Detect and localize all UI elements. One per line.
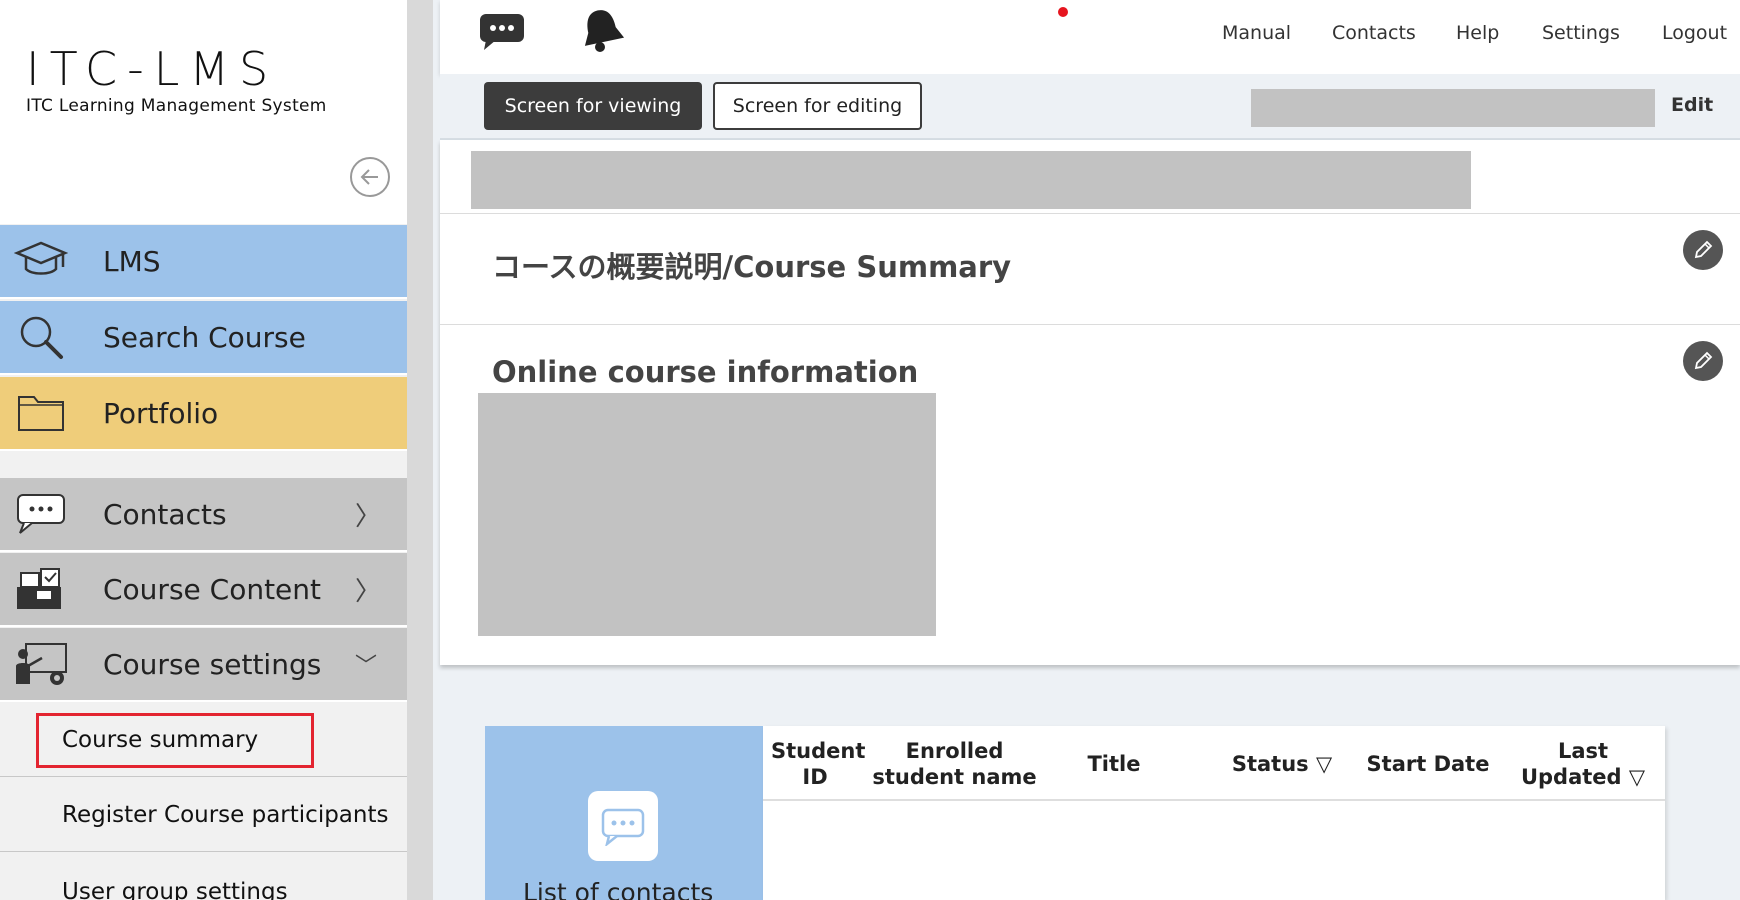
sidebar-item-course-content[interactable]: Course Content 〉 — [0, 553, 407, 627]
highlight-box — [36, 713, 314, 768]
column-header-enrolled-student-name: Enrolled student name — [872, 739, 1037, 789]
chat-bubbles-icon — [10, 486, 72, 542]
sidebar-item-label: Course Content — [103, 572, 322, 606]
header-link-help[interactable]: Help — [1456, 22, 1499, 44]
edit-course-summary-button[interactable] — [1683, 230, 1723, 270]
sidebar-subitem-label: Register Course participants — [62, 801, 389, 828]
chevron-down-icon: ﹀ — [355, 654, 378, 679]
magnifier-icon — [10, 309, 72, 365]
column-header-title: Title — [1087, 752, 1141, 776]
pencil-icon — [1694, 351, 1713, 370]
contacts-table: Student ID Enrolled student name Title S… — [763, 726, 1665, 900]
edit-online-info-button[interactable] — [1683, 341, 1723, 381]
divider — [440, 213, 1740, 214]
notification-dot — [1058, 7, 1068, 17]
sidebar-item-portfolio[interactable]: Portfolio — [0, 377, 407, 451]
redacted-field — [1251, 89, 1655, 127]
sidebar-item-course-settings[interactable]: Course settings ﹀ — [0, 628, 407, 702]
column-header-student-id: Student ID — [771, 739, 866, 789]
chevron-right-icon: 〉 — [355, 576, 382, 607]
sidebar-item-contacts[interactable]: Contacts 〉 — [0, 478, 407, 552]
course-summary-heading: コースの概要説明/Course Summary — [492, 250, 1012, 284]
sidebar-subitem-user-group-settings[interactable]: User group settings — [0, 853, 407, 900]
table-header-divider — [763, 799, 1665, 801]
edit-link[interactable]: Edit — [1671, 94, 1713, 116]
sidebar-item-lms[interactable]: LMS — [0, 225, 407, 299]
mode-bar: Screen for viewing Screen for editing Ed… — [440, 74, 1740, 140]
header-link-contacts[interactable]: Contacts — [1332, 22, 1416, 44]
column-header-last-updated[interactable]: Last Updated ▽ — [1513, 738, 1653, 790]
logo-subtitle: ITC Learning Management System — [26, 96, 327, 116]
redacted-online-info — [478, 393, 936, 636]
teacher-settings-icon — [10, 636, 72, 692]
column-header-status[interactable]: Status ▽ — [1227, 751, 1337, 777]
sidebar-item-label: Search Course — [103, 320, 306, 354]
course-content-icon — [10, 561, 72, 617]
graduation-cap-icon — [10, 233, 72, 289]
arrow-left-icon — [360, 169, 378, 185]
pencil-icon — [1694, 240, 1713, 259]
sidebar-item-label: Contacts — [103, 497, 227, 531]
collapse-sidebar-button[interactable] — [350, 157, 390, 197]
redacted-course-title — [471, 151, 1471, 209]
sidebar-subitem-label: User group settings — [62, 879, 288, 900]
header-link-manual[interactable]: Manual — [1222, 22, 1291, 44]
screen-for-editing-button[interactable]: Screen for editing — [713, 82, 922, 130]
sidebar-item-label: Portfolio — [103, 396, 219, 430]
course-main-card: コースの概要説明/Course Summary Online course in… — [440, 140, 1740, 665]
list-of-contacts-panel[interactable]: List of contacts — [485, 726, 763, 900]
list-of-contacts-label: List of contacts — [523, 878, 714, 900]
itc-lms-logo[interactable]: ITC-LMS ITC Learning Management System — [26, 44, 366, 116]
header-link-logout[interactable]: Logout — [1662, 22, 1727, 44]
chat-icon — [588, 791, 658, 861]
bell-icon[interactable] — [576, 4, 628, 58]
divider — [440, 324, 1740, 325]
top-header: Manual Contacts Help Settings Logout — [440, 0, 1740, 74]
folder-icon — [10, 385, 72, 441]
sidebar: ITC-LMS ITC Learning Management System L… — [0, 0, 407, 900]
sidebar-header: ITC-LMS ITC Learning Management System — [0, 0, 407, 224]
sidebar-item-label: Course settings — [103, 647, 322, 681]
logo-title: ITC-LMS — [26, 42, 279, 96]
column-header-start-date: Start Date — [1366, 752, 1490, 776]
header-link-settings[interactable]: Settings — [1542, 22, 1620, 44]
sidebar-item-search-course[interactable]: Search Course — [0, 301, 407, 375]
online-course-info-heading: Online course information — [492, 355, 919, 389]
sidebar-gutter — [407, 0, 433, 900]
sidebar-item-label: LMS — [103, 244, 161, 278]
chat-icon[interactable] — [478, 10, 528, 56]
screen-for-viewing-button[interactable]: Screen for viewing — [484, 82, 702, 130]
sidebar-subitem-register-participants[interactable]: Register Course participants — [0, 778, 407, 852]
chevron-right-icon: 〉 — [355, 501, 382, 532]
